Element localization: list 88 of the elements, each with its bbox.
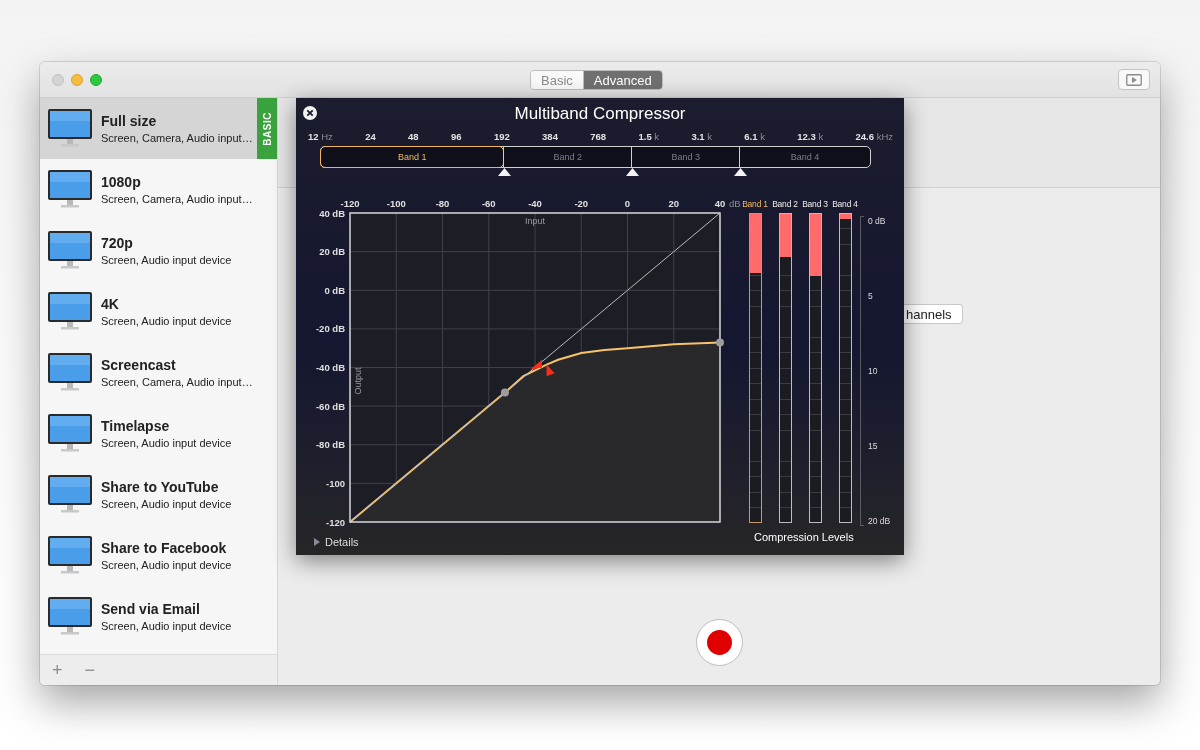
frequency-label: 192 bbox=[493, 131, 510, 143]
disclosure-triangle-icon bbox=[313, 538, 321, 546]
monitor-icon bbox=[48, 291, 92, 332]
x-tick-label: 40 bbox=[714, 198, 726, 209]
y-tick-label: 20 dB bbox=[319, 246, 345, 258]
level-marker-icon bbox=[546, 364, 555, 377]
y-tick-label: 0 dB bbox=[324, 284, 345, 296]
preset-details: Screen, Audio input device bbox=[101, 498, 233, 510]
meter-label[interactable]: Band 2 bbox=[772, 198, 798, 210]
meter-label[interactable]: Band 3 bbox=[802, 198, 828, 210]
y-tick-label: -20 dB bbox=[315, 323, 345, 335]
y-tick-label: -40 dB bbox=[315, 362, 345, 373]
axis-unit: dB bbox=[729, 198, 741, 209]
meter-label[interactable]: Band 1 bbox=[742, 198, 768, 210]
preset-name: Share to Facebook bbox=[101, 540, 228, 556]
preset-name: Screencast bbox=[101, 357, 177, 373]
preset-details: Screen, Camera, Audio input… bbox=[101, 376, 254, 388]
preset-name: Share to YouTube bbox=[101, 479, 220, 495]
curve-handle[interactable] bbox=[716, 338, 724, 347]
preset-name: Full size bbox=[101, 113, 158, 129]
x-tick-label: -60 bbox=[481, 198, 496, 209]
y-axis-label: Output bbox=[353, 367, 363, 395]
mode-tab[interactable]: Advanced bbox=[582, 71, 662, 89]
monitor-icon bbox=[48, 535, 92, 576]
scale-label: 20 dB bbox=[868, 516, 891, 526]
monitor-icon bbox=[48, 596, 92, 637]
frequency-label: 48 bbox=[408, 131, 419, 143]
scale-label: 5 bbox=[868, 291, 874, 301]
x-tick-label: -120 bbox=[340, 198, 360, 209]
frequency-label: 6.1 k bbox=[744, 131, 765, 143]
band-tab[interactable]: Band 2 bbox=[503, 147, 632, 167]
x-tick-label: 0 bbox=[624, 198, 631, 209]
preset-badge: BASIC bbox=[257, 98, 277, 159]
monitor-icon bbox=[48, 169, 92, 210]
preview-button[interactable] bbox=[1118, 69, 1150, 90]
monitor-icon bbox=[48, 108, 92, 149]
frequency-label: 12.3 k bbox=[797, 131, 824, 143]
monitor-icon bbox=[48, 474, 92, 515]
details-disclosure[interactable]: Details bbox=[313, 536, 359, 548]
band-tab[interactable]: Band 4 bbox=[739, 147, 870, 167]
preset-name: Send via Email bbox=[101, 601, 201, 617]
preset-details: Screen, Audio input device bbox=[101, 254, 233, 266]
preset-details: Screen, Audio input device bbox=[101, 559, 233, 571]
x-tick-label: -40 bbox=[528, 198, 542, 209]
preset-item[interactable]: Full size Screen, Camera, Audio input… BASIC bbox=[40, 98, 277, 159]
preset-name: Timelapse bbox=[101, 418, 171, 434]
preset-details: Screen, Camera, Audio input… bbox=[101, 132, 254, 144]
frequency-label: 12 Hz bbox=[308, 131, 333, 143]
x-tick-label: 20 bbox=[668, 198, 680, 209]
meter-label[interactable]: Band 4 bbox=[832, 198, 858, 210]
close-icon[interactable] bbox=[303, 106, 317, 120]
monitor-icon bbox=[48, 352, 92, 393]
preset-details: Screen, Camera, Audio input… bbox=[101, 193, 254, 205]
scale-label: 15 bbox=[868, 441, 879, 451]
x-axis-label: Input bbox=[525, 216, 545, 226]
y-tick-label: 40 dB bbox=[319, 207, 345, 219]
scale-label: 10 bbox=[868, 366, 879, 376]
frequency-label: 384 bbox=[542, 131, 558, 143]
preset-details: Screen, Audio input device bbox=[101, 437, 233, 449]
level-marker-icon bbox=[530, 359, 542, 370]
meters-title: Compression Levels bbox=[754, 531, 855, 543]
play-icon bbox=[1126, 73, 1142, 86]
x-tick-label: -100 bbox=[386, 198, 406, 209]
preset-details: Screen, Audio input device bbox=[101, 620, 233, 632]
y-tick-label: -80 dB bbox=[315, 439, 345, 451]
x-tick-label: -20 bbox=[574, 198, 589, 209]
scale-label: 0 dB bbox=[868, 216, 887, 226]
preset-name: 1080p bbox=[101, 174, 142, 190]
panel-title: Multiband Compressor bbox=[514, 104, 686, 124]
x-tick-label: -80 bbox=[435, 198, 450, 209]
monitor-icon bbox=[48, 413, 92, 454]
band-tab[interactable]: Band 3 bbox=[631, 147, 740, 167]
y-tick-label: -60 dB bbox=[315, 400, 345, 412]
preset-name: 4K bbox=[101, 296, 120, 312]
channels-button[interactable]: hannels bbox=[904, 304, 963, 324]
frequency-label: 3.1 k bbox=[691, 131, 712, 143]
record-button[interactable] bbox=[695, 619, 743, 666]
frequency-label: 24 bbox=[365, 131, 376, 143]
frequency-label: 24.6 kHz bbox=[855, 131, 893, 143]
frequency-label: 96 bbox=[451, 131, 462, 143]
preset-name: 720p bbox=[101, 235, 134, 251]
frequency-label: 768 bbox=[590, 131, 607, 143]
y-tick-label: -100 bbox=[326, 477, 345, 489]
monitor-icon bbox=[48, 230, 92, 271]
y-tick-label: -120 bbox=[326, 516, 345, 528]
preset-details: Screen, Audio input device bbox=[101, 315, 233, 327]
curve-handle[interactable] bbox=[500, 388, 509, 397]
frequency-label: 1.5 k bbox=[638, 131, 660, 143]
